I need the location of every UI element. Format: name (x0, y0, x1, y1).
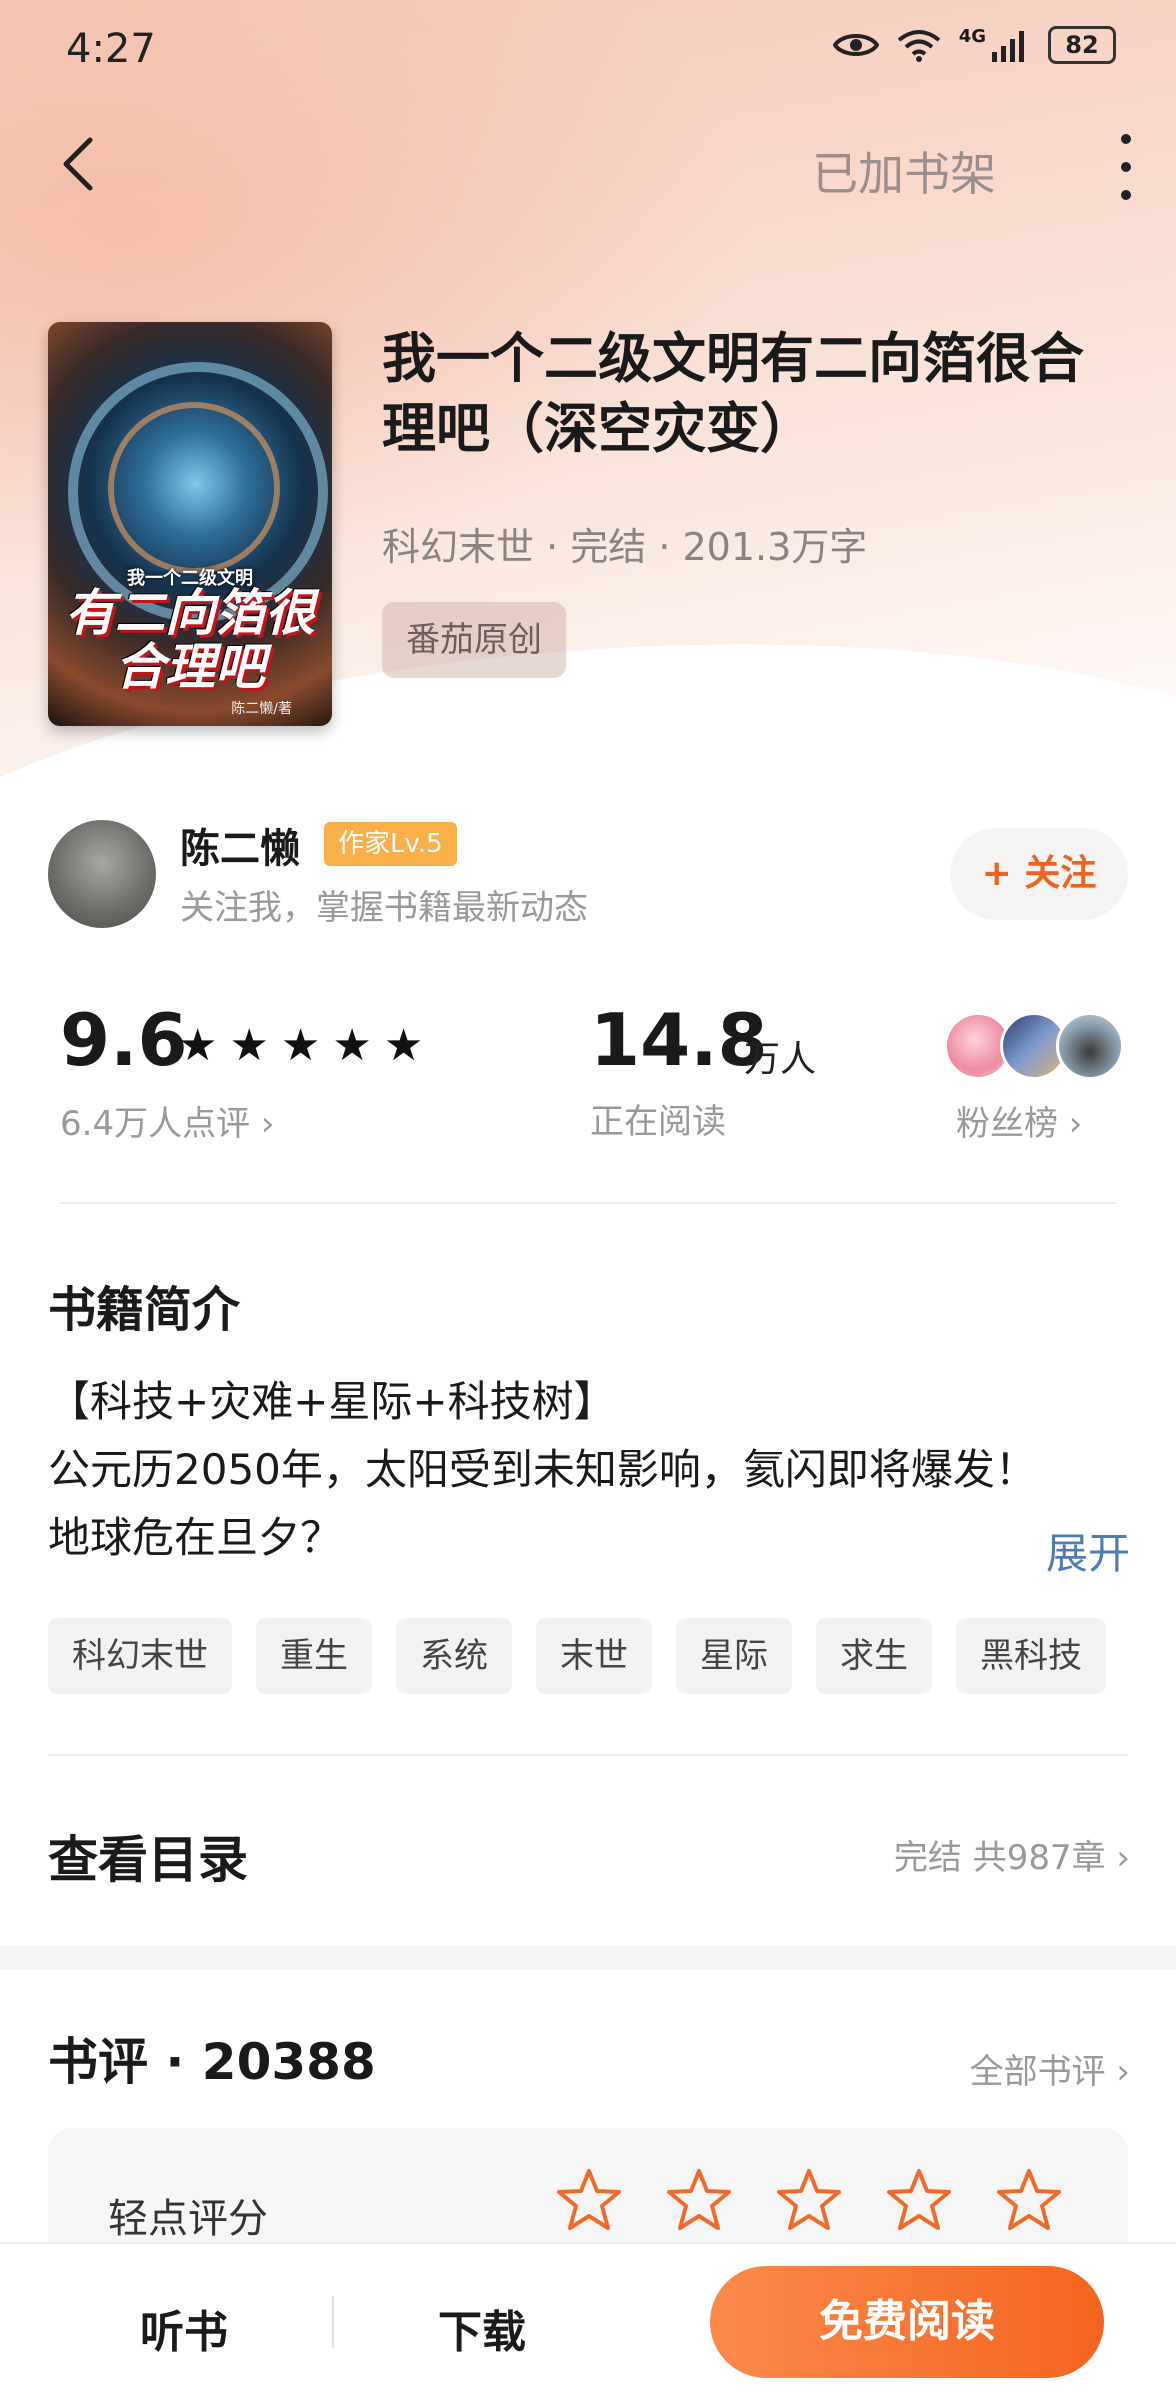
readers-count: 14.8 (590, 998, 768, 1082)
genre-tag[interactable]: 黑科技 (956, 1618, 1106, 1694)
genre-tag[interactable]: 重生 (256, 1618, 372, 1694)
genre-tags: 科幻末世 重生 系统 末世 星际 求生 黑科技 (48, 1618, 1106, 1694)
toc-info-link[interactable]: 完结 共987章 › (894, 1830, 1130, 1879)
genre-tag[interactable]: 末世 (536, 1618, 652, 1694)
expand-intro-button[interactable]: 展开 (1046, 1520, 1130, 1581)
section-separator (0, 1946, 1176, 1970)
intro-line: 地球危在旦夕？ (48, 1513, 343, 1562)
star-filled-icon: ★ (229, 1020, 269, 1071)
signal-icon (992, 31, 1024, 62)
book-source-tag: 番茄原创 (382, 602, 566, 678)
intro-line: 【科技+灾难+星际+科技树】 (48, 1377, 616, 1426)
author-name[interactable]: 陈二懒 (180, 816, 300, 874)
follow-button[interactable]: + 关注 (950, 828, 1128, 920)
author-subtitle: 关注我，掌握书籍最新动态 (180, 888, 588, 928)
intro-text: 【科技+灾难+星际+科技树】 公元历2050年，太阳受到未知影响，氦闪即将爆发！… (48, 1368, 1128, 1572)
divider (332, 2296, 334, 2348)
rating-count-link[interactable]: 6.4万人点评 › (60, 1096, 274, 1145)
added-to-shelf-button[interactable]: 已加书架 (812, 138, 996, 204)
cover-author-text: 陈二懒/著 (231, 701, 292, 717)
divider (60, 1202, 1116, 1204)
star-filled-icon: ★ (383, 1020, 424, 1071)
rating-score: 9.6 (60, 998, 188, 1082)
star-outline-icon[interactable] (996, 2168, 1062, 2232)
fan-avatar (1056, 1012, 1124, 1080)
intro-title: 书籍简介 (48, 1282, 241, 1338)
toc-title[interactable]: 查看目录 (48, 1820, 248, 1892)
cover-art (108, 402, 280, 574)
genre-tag[interactable]: 星际 (676, 1618, 792, 1694)
star-outline-icon[interactable] (556, 2168, 622, 2232)
listen-button[interactable]: 听书 (140, 2296, 228, 2360)
all-reviews-link[interactable]: 全部书评 › (970, 2044, 1130, 2093)
readers-label: 正在阅读 (590, 1102, 726, 1142)
status-icons: 4G 82 (832, 26, 1116, 64)
star-filled-icon: ★ (178, 1020, 218, 1071)
download-button[interactable]: 下载 (438, 2296, 526, 2360)
more-dot-icon (1121, 162, 1131, 172)
more-options-button[interactable] (1116, 134, 1136, 200)
genre-tag[interactable]: 系统 (396, 1618, 512, 1694)
fans-ranking-link[interactable]: 粉丝榜 › (956, 1096, 1082, 1145)
network-label: 4G (958, 26, 986, 47)
battery-indicator: 82 (1048, 26, 1116, 64)
wifi-icon (897, 30, 940, 62)
genre-tag[interactable]: 科幻末世 (48, 1618, 232, 1694)
status-time: 4:27 (66, 26, 156, 72)
more-dot-icon (1121, 190, 1131, 200)
back-button[interactable] (56, 134, 100, 194)
star-outline-icon[interactable] (776, 2168, 842, 2232)
book-cover[interactable]: 我一个二级文明 有二向箔很合理吧 陈二懒/著 (48, 322, 332, 726)
genre-tag[interactable]: 求生 (816, 1618, 932, 1694)
rate-label: 轻点评分 (108, 2196, 268, 2242)
back-arrow-icon (63, 137, 93, 191)
author-avatar[interactable] (48, 820, 156, 928)
book-meta: 科幻末世 · 完结 · 201.3万字 (382, 525, 868, 569)
free-read-button[interactable]: 免费阅读 (710, 2266, 1104, 2378)
eye-icon (832, 34, 879, 56)
book-title: 我一个二级文明有二向箔很合理吧（深空灾变） (382, 327, 1084, 460)
star-outline-icon[interactable] (666, 2168, 732, 2232)
readers-unit: 万人 (744, 1039, 817, 1080)
star-filled-icon: ★ (280, 1020, 321, 1071)
author-level-badge: 作家Lv.5 (324, 822, 457, 866)
star-outline-icon[interactable] (886, 2168, 952, 2232)
reviews-title: 书评 · 20388 (48, 2033, 376, 2091)
fans-avatars[interactable] (944, 1012, 1124, 1080)
intro-line: 公元历2050年，太阳受到未知影响，氦闪即将爆发！ (48, 1445, 1037, 1494)
star-filled-icon: ★ (332, 1020, 372, 1071)
rate-stars (556, 2168, 1062, 2232)
cover-title-text: 有二向箔很合理吧 (65, 584, 315, 696)
rating-stars: ★ ★ ★ ★ ★ (178, 1020, 423, 1071)
more-dot-icon (1121, 134, 1131, 144)
divider (48, 1754, 1128, 1756)
